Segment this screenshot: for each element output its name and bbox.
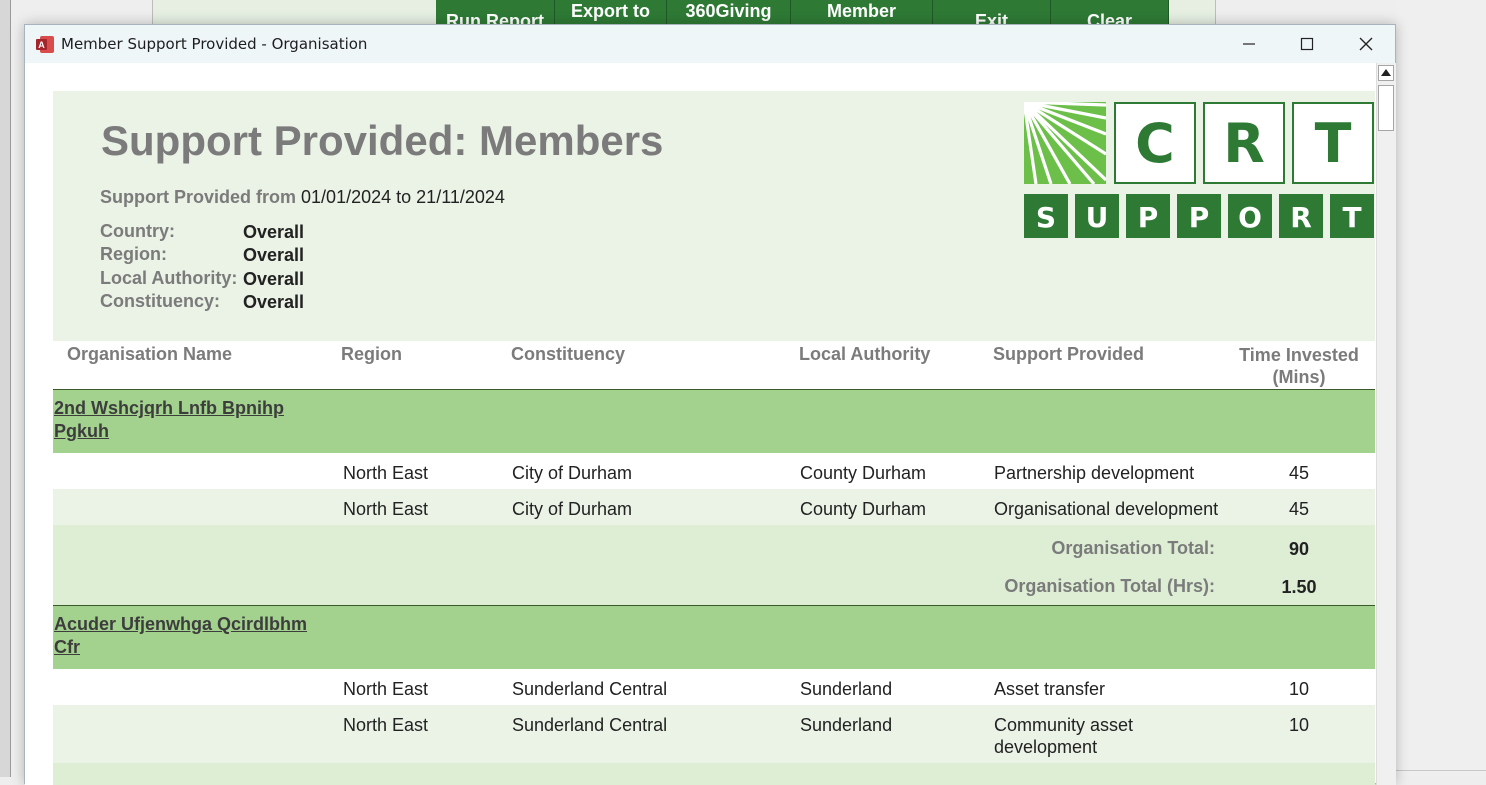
constituency-label: Constituency:	[100, 291, 221, 311]
region-label: Region:	[100, 244, 167, 264]
360giving-button[interactable]: 360Giving	[667, 0, 791, 26]
background-app-area	[1396, 0, 1486, 777]
country-value: Overall	[243, 222, 305, 242]
export-to-button[interactable]: Export to	[555, 0, 667, 26]
period-to: 21/11/2024	[416, 187, 505, 207]
row-time-invested: 45	[1288, 463, 1310, 483]
logo-letter: R	[1223, 112, 1265, 175]
organisation-total-hrs-value: 1.50	[1281, 577, 1317, 597]
svg-text:A: A	[38, 40, 45, 50]
logo-letter: S	[1036, 201, 1056, 234]
table-row: North East Sunderland Central Sunderland…	[53, 705, 1375, 763]
organisation-group-header: 2nd Wshcjqrh Lnfb Bpnihp Pgkuh	[53, 389, 1375, 453]
row-constituency: City of Durham	[512, 463, 633, 483]
triangle-up-icon	[1381, 69, 1391, 76]
row-support-provided: Community asset development	[994, 715, 1134, 757]
region-value: Overall	[243, 245, 305, 265]
logo-letter: U	[1086, 201, 1109, 234]
col-region: Region	[341, 344, 402, 364]
organisation-total-value: 90	[1288, 539, 1310, 559]
logo-letter: P	[1189, 201, 1210, 234]
maximize-button[interactable]	[1278, 25, 1336, 63]
row-time-invested: 45	[1288, 499, 1310, 519]
exit-button[interactable]: Exit	[933, 0, 1051, 26]
col-time-invested: Time Invested (Mins)	[1239, 345, 1359, 387]
report-title: Support Provided: Members	[101, 117, 664, 164]
col-constituency: Constituency	[511, 344, 626, 364]
row-constituency: City of Durham	[512, 499, 633, 519]
row-constituency: Sunderland Central	[512, 679, 668, 699]
row-region: North East	[343, 679, 429, 699]
column-headers: Organisation Name Region Constituency Lo…	[53, 341, 1375, 390]
period-to-word: to	[396, 187, 412, 207]
row-region: North East	[343, 715, 429, 735]
report-header: Support Provided: Members Support Provid…	[53, 91, 1375, 341]
table-row: North East Sunderland Central Sunderland…	[53, 669, 1375, 705]
col-local-authority: Local Authority	[799, 344, 931, 364]
row-support-provided: Organisational development	[994, 499, 1219, 519]
row-local-authority: Sunderland	[800, 679, 893, 699]
constituency-value: Overall	[243, 292, 305, 312]
period-from: 01/01/2024	[301, 187, 392, 207]
crt-support-logo: CRT SUPPORT	[1024, 102, 1374, 238]
row-local-authority: County Durham	[800, 499, 927, 519]
title-bar[interactable]: A Member Support Provided - Organisation	[25, 25, 1395, 63]
country-label: Country:	[100, 221, 175, 241]
window-title: Member Support Provided - Organisation	[61, 35, 368, 53]
row-region: North East	[343, 463, 429, 483]
report-window: A Member Support Provided - Organisation…	[24, 24, 1396, 785]
minimize-icon	[1243, 43, 1255, 45]
organisation-name: Acuder Ufjenwhga Qcirdlbhm Cfr	[54, 614, 308, 657]
col-organisation-name: Organisation Name	[67, 344, 233, 364]
access-app-icon: A	[36, 36, 54, 53]
close-icon	[1359, 37, 1373, 51]
local-authority-value: Overall	[243, 269, 305, 289]
col-support-provided: Support Provided	[993, 344, 1145, 364]
logo-letter: T	[1342, 201, 1361, 234]
local-authority-label: Local Authority:	[100, 268, 238, 288]
row-time-invested: 10	[1288, 715, 1310, 735]
background-app-edge	[0, 0, 11, 777]
organisation-totals: Organisation Total: 90 Organisation Tota…	[53, 525, 1375, 605]
organisation-total-hrs-label: Organisation Total (Hrs):	[1004, 576, 1215, 596]
report-content: Support Provided: Members Support Provid…	[25, 63, 1375, 785]
logo-letter: R	[1290, 201, 1312, 234]
period-label: Support Provided from	[100, 187, 297, 207]
logo-letter: T	[1315, 112, 1352, 175]
minimize-button[interactable]	[1220, 25, 1278, 63]
logo-letter: C	[1135, 112, 1175, 175]
scroll-up-button[interactable]	[1378, 65, 1394, 81]
organisation-name: 2nd Wshcjqrh Lnfb Bpnihp Pgkuh	[54, 398, 284, 441]
table-row: North East City of Durham County Durham …	[53, 453, 1375, 489]
sun-rays-icon	[1024, 102, 1106, 184]
row-time-invested: 10	[1288, 679, 1310, 699]
support-period: Support Provided from 01/01/2024 to 21/1…	[100, 187, 505, 208]
table-row: North East City of Durham County Durham …	[53, 489, 1375, 525]
scroll-thumb[interactable]	[1378, 85, 1394, 131]
row-constituency: Sunderland Central	[512, 715, 668, 735]
row-local-authority: County Durham	[800, 463, 927, 483]
logo-letter: O	[1238, 201, 1262, 234]
member-button[interactable]: Member	[791, 0, 933, 26]
row-local-authority: Sunderland	[800, 715, 893, 735]
organisation-group-header: Acuder Ufjenwhga Qcirdlbhm Cfr	[53, 605, 1375, 669]
row-region: North East	[343, 499, 429, 519]
maximize-icon	[1300, 37, 1314, 51]
run-report-button[interactable]: Run Report	[436, 0, 555, 26]
row-support-provided: Partnership development	[994, 463, 1195, 483]
row-support-provided: Asset transfer	[994, 679, 1106, 699]
vertical-scrollbar[interactable]	[1376, 63, 1396, 785]
logo-letter: P	[1138, 201, 1159, 234]
clear-button[interactable]: Clear	[1051, 0, 1169, 26]
organisation-totals	[53, 763, 1375, 785]
close-button[interactable]	[1337, 25, 1395, 63]
organisation-total-label: Organisation Total:	[1051, 538, 1215, 558]
